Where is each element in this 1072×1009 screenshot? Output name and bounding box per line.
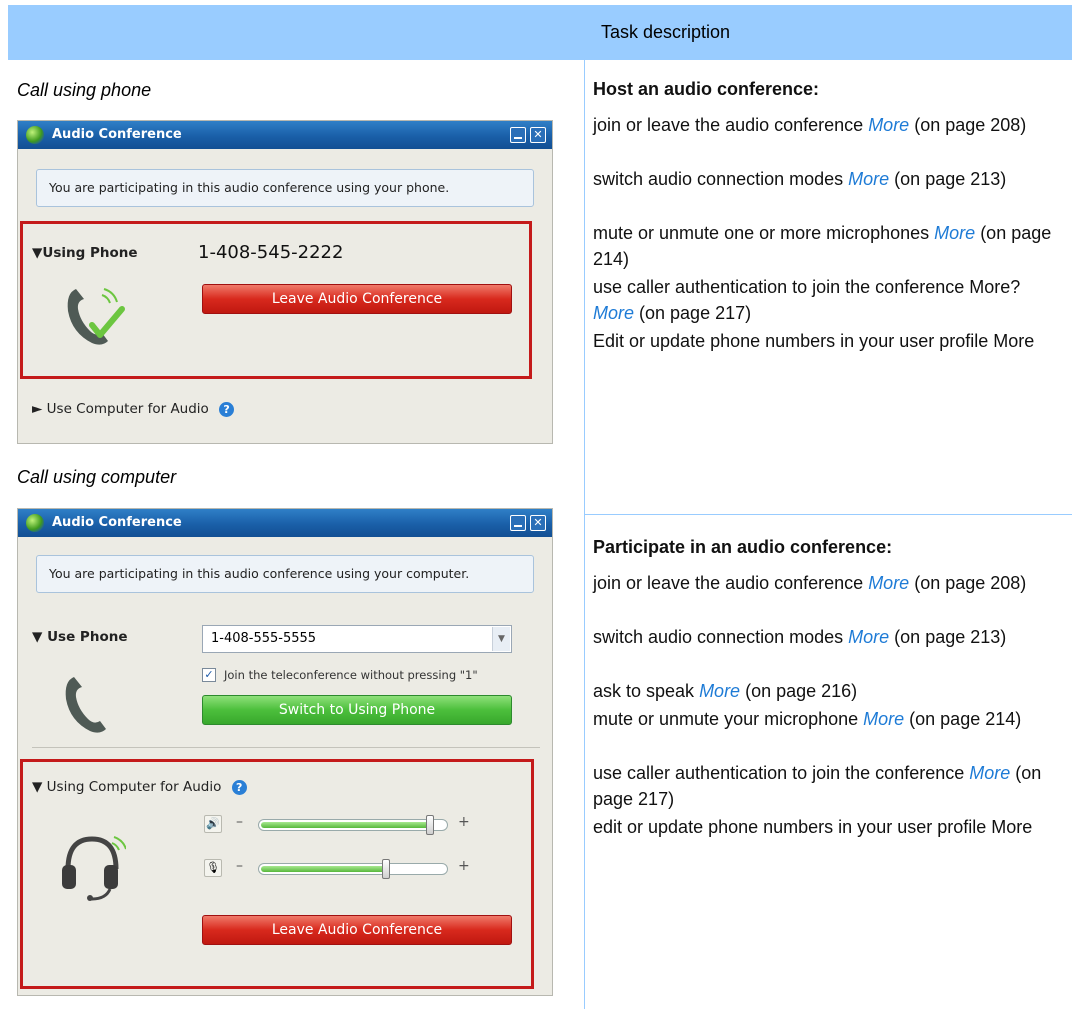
more-link[interactable]: More — [934, 223, 975, 243]
join-without-pressing-checkbox[interactable]: ✓ — [202, 668, 216, 682]
use-phone-label[interactable]: ▼ Use Phone — [32, 629, 127, 645]
row-divider — [585, 514, 1072, 515]
task-description-header: Task description — [601, 22, 731, 42]
use-computer-label: ► Use Computer for Audio — [32, 401, 209, 417]
speaker-increase[interactable]: + — [458, 814, 470, 830]
task-item: mute or unmute your microphone More (on … — [593, 706, 1063, 732]
more-link[interactable]: More — [969, 763, 1010, 783]
task-item: switch audio connection modes More (on p… — [593, 166, 1063, 192]
phone-number: 1-408-545-2222 — [198, 242, 344, 263]
info-message: You are participating in this audio conf… — [36, 555, 534, 593]
close-icon[interactable]: ✕ — [530, 515, 546, 531]
task-text: switch audio connection modes — [593, 627, 849, 647]
more-link[interactable]: More — [868, 573, 909, 593]
task-item: Edit or update phone numbers in your use… — [593, 328, 1063, 354]
minimize-icon[interactable] — [510, 127, 526, 143]
globe-icon — [26, 514, 44, 532]
phone-handset-icon — [62, 281, 132, 351]
phone-handset-icon — [60, 669, 120, 739]
column-divider — [584, 60, 585, 1009]
page-reference: (on page 208) — [909, 573, 1027, 593]
task-text: switch audio connection modes — [593, 169, 849, 189]
leave-audio-conference-button[interactable]: Leave Audio Conference — [202, 915, 512, 945]
microphone-decrease[interactable]: – — [236, 858, 243, 874]
dialog-title: Audio Conference — [52, 127, 182, 142]
close-icon[interactable]: ✕ — [530, 127, 546, 143]
task-text: mute or unmute one or more microphones — [593, 223, 935, 243]
task-item: edit or update phone numbers in your use… — [593, 814, 1063, 840]
microphone-volume-slider[interactable] — [258, 859, 448, 879]
speaker-decrease[interactable]: – — [236, 814, 243, 830]
more-link[interactable]: More — [868, 115, 909, 135]
phone-number-combo[interactable]: 1-408-555-5555 ▼ — [202, 625, 512, 653]
speaker-icon[interactable]: 🔊 — [204, 815, 222, 833]
dialog-titlebar: Audio Conference ✕ — [18, 509, 552, 537]
host-heading: Host an audio conference: — [593, 79, 820, 99]
help-icon[interactable]: ? — [219, 401, 235, 417]
help-icon[interactable]: ? — [231, 779, 247, 795]
speaker-volume-slider[interactable] — [258, 815, 448, 835]
page-reference: (on page 208) — [909, 115, 1027, 135]
more-link[interactable]: More — [863, 709, 904, 729]
use-computer-for-audio-toggle[interactable]: ► Use Computer for Audio ? — [32, 401, 235, 417]
task-text: ask to speak — [593, 681, 700, 701]
task-text: join or leave the audio conference — [593, 115, 869, 135]
divider — [32, 747, 540, 748]
page-reference: (on page 213) — [889, 627, 1007, 647]
speaker-volume-fill — [261, 822, 430, 828]
caption-call-using-computer: Call using computer — [17, 467, 177, 487]
using-phone-label[interactable]: ▼Using Phone — [32, 245, 138, 261]
task-item: ask to speak More (on page 216) — [593, 678, 1063, 704]
task-item: join or leave the audio conference More … — [593, 112, 1063, 138]
microphone-volume-thumb[interactable] — [382, 859, 390, 879]
chevron-down-icon[interactable]: ▼ — [492, 627, 510, 651]
minimize-icon[interactable] — [510, 515, 526, 531]
task-item: mute or unmute one or more microphones M… — [593, 220, 1063, 272]
more-link[interactable]: More — [848, 627, 889, 647]
switch-to-using-phone-button[interactable]: Switch to Using Phone — [202, 695, 512, 725]
phone-number-value: 1-408-555-5555 — [211, 631, 317, 646]
participate-heading: Participate in an audio conference: — [593, 537, 893, 557]
task-item: use caller authentication to join the co… — [593, 760, 1063, 812]
task-text: mute or unmute your microphone — [593, 709, 864, 729]
table-header: Task description — [8, 5, 1072, 60]
more-link[interactable]: More — [848, 169, 889, 189]
more-link[interactable]: More — [593, 303, 634, 323]
microphone-volume-fill — [261, 866, 386, 872]
task-text: use caller authentication to join the co… — [593, 763, 970, 783]
task-text: Edit or update phone numbers in your use… — [593, 331, 1035, 351]
task-item: use caller authentication to join the co… — [593, 274, 1063, 326]
microphone-increase[interactable]: + — [458, 858, 470, 874]
join-without-pressing-label: Join the teleconference without pressing… — [224, 668, 478, 682]
caption-call-using-phone: Call using phone — [17, 80, 152, 100]
task-text: use caller authentication to join the co… — [593, 277, 1021, 297]
page-reference: (on page 213) — [889, 169, 1007, 189]
speaker-volume-thumb[interactable] — [426, 815, 434, 835]
task-text: join or leave the audio conference — [593, 573, 869, 593]
audio-conference-dialog-phone: Audio Conference ✕ You are participating… — [17, 120, 553, 444]
dialog-titlebar: Audio Conference ✕ — [18, 121, 552, 149]
using-computer-label: ▼ Using Computer for Audio — [32, 779, 222, 795]
using-computer-for-audio-toggle[interactable]: ▼ Using Computer for Audio ? — [32, 779, 247, 795]
audio-conference-dialog-computer: Audio Conference ✕ You are participating… — [17, 508, 553, 996]
info-message: You are participating in this audio conf… — [36, 169, 534, 207]
page-reference: (on page 214) — [904, 709, 1022, 729]
page-reference: (on page 217) — [634, 303, 752, 323]
more-link[interactable]: More — [699, 681, 740, 701]
microphone-icon[interactable]: 🎙 — [204, 859, 222, 877]
leave-audio-conference-button[interactable]: Leave Audio Conference — [202, 284, 512, 314]
task-item: join or leave the audio conference More … — [593, 570, 1063, 596]
dialog-title: Audio Conference — [52, 515, 182, 530]
headset-icon — [56, 829, 127, 901]
task-text: edit or update phone numbers in your use… — [593, 817, 1033, 837]
task-item: switch audio connection modes More (on p… — [593, 624, 1063, 650]
page-reference: (on page 216) — [740, 681, 858, 701]
globe-icon — [26, 126, 44, 144]
